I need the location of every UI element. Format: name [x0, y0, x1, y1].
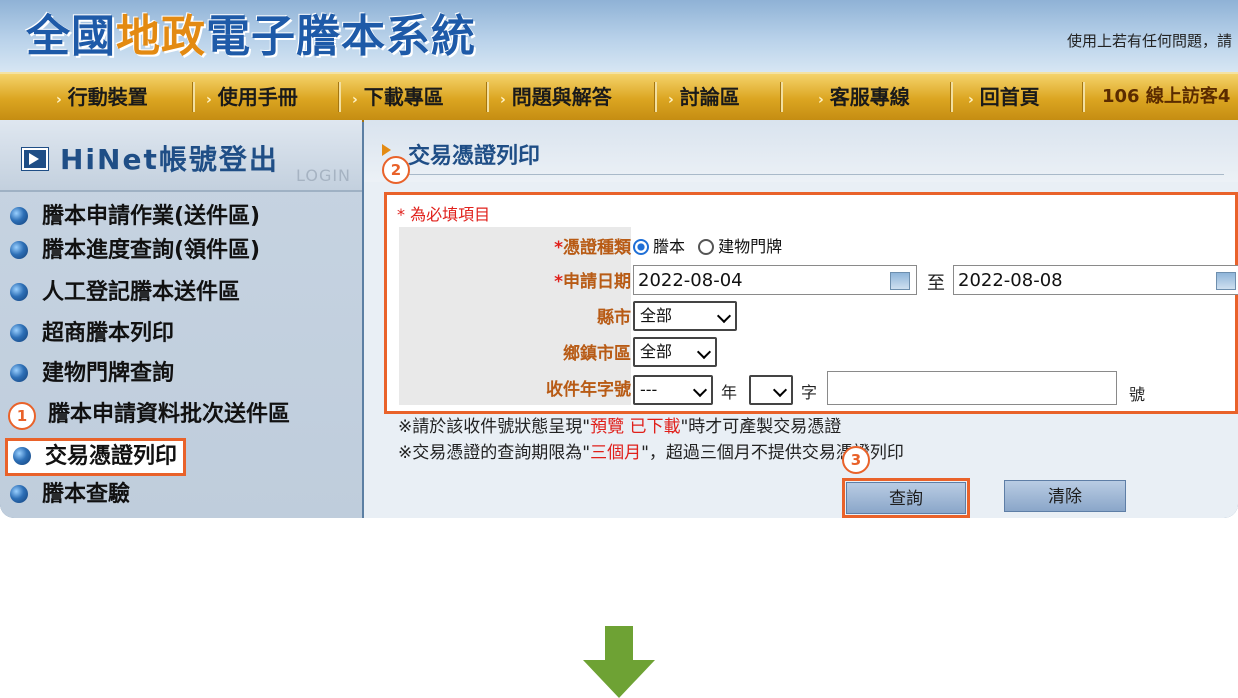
number-suffix: 號	[1129, 385, 1146, 404]
nav-divider	[192, 82, 195, 112]
sidebar-item-verify[interactable]: 謄本查驗	[10, 478, 130, 512]
word-suffix: 字	[801, 383, 818, 402]
site-title: 全國地政電子謄本系統	[26, 11, 476, 62]
logout-label: HiNet帳號登出	[60, 143, 279, 176]
voucher-type-group: 謄本 建物門牌	[633, 233, 782, 257]
top-nav: › 行動裝置 › 使用手冊 › 下載專區 › 問題與解答 › 討論區 › 客服專線 › 回首頁…	[0, 72, 1238, 122]
sidebar-item-door-plate[interactable]: 建物門牌查詢	[10, 357, 174, 391]
label-voucher-type: *憑證種類	[554, 238, 631, 258]
nav-divider	[950, 82, 953, 112]
step-marker-3: 3	[842, 446, 870, 474]
nav-faq[interactable]: › 問題與解答	[500, 74, 612, 120]
bullet-icon	[10, 283, 28, 301]
chevron-down-icon	[692, 382, 708, 398]
label-column: *憑證種類 *申請日期 縣市 鄉鎮市區 收件年字號	[399, 227, 631, 405]
page-title: 交易憑證列印	[408, 144, 541, 169]
sidebar: HiNet帳號登出 LOGIN 謄本申請作業(送件區) 謄本進度查詢(領件區) …	[0, 120, 362, 518]
sidebar-item-manual-register[interactable]: 人工登記謄本送件區	[10, 276, 240, 310]
bullet-icon	[10, 241, 28, 259]
chevron-down-icon	[772, 382, 788, 398]
chevron-right-icon: ›	[818, 92, 824, 108]
chevron-right-icon: ›	[56, 92, 62, 108]
nav-user-manual[interactable]: › 使用手冊	[206, 74, 298, 120]
year-suffix: 年	[721, 383, 738, 402]
calendar-icon[interactable]	[1216, 272, 1236, 290]
title-divider	[384, 174, 1224, 175]
sidebar-item-batch[interactable]: 謄本申請資料批次送件區	[48, 398, 290, 432]
required-note: * 為必填項目	[397, 205, 491, 224]
logout-icon	[22, 148, 48, 170]
nav-service-line[interactable]: › 客服專線	[818, 74, 910, 120]
label-receipt-no: 收件年字號	[546, 380, 631, 400]
bullet-icon	[13, 447, 31, 465]
nav-divider	[654, 82, 657, 112]
year-select[interactable]: ---	[633, 375, 713, 405]
label-township: 鄉鎮市區	[563, 344, 631, 364]
sidebar-item-store-print[interactable]: 超商謄本列印	[10, 317, 174, 351]
online-visitors: 106 線上訪客4	[1102, 86, 1231, 107]
nav-downloads[interactable]: › 下載專區	[352, 74, 444, 120]
nav-home[interactable]: › 回首頁	[968, 74, 1040, 120]
chevron-right-icon: ›	[500, 92, 506, 108]
date-to-input[interactable]: 2022-08-08	[953, 265, 1238, 295]
date-to-label: 至	[927, 273, 945, 294]
nav-mobile-devices[interactable]: › 行動裝置	[56, 74, 148, 120]
chevron-right-icon: ›	[352, 92, 358, 108]
date-from-input[interactable]: 2022-08-04	[633, 265, 917, 295]
main-header: 交易憑證列印	[364, 120, 1238, 182]
chevron-right-icon: ›	[668, 92, 674, 108]
help-note: 使用上若有任何問題，請	[1066, 32, 1232, 50]
nav-divider	[1082, 82, 1085, 112]
login-watermark: LOGIN	[296, 166, 352, 185]
nav-divider	[486, 82, 489, 112]
bullet-icon	[10, 207, 28, 225]
chevron-right-icon: ›	[968, 92, 974, 108]
radio-door-plate[interactable]	[698, 239, 715, 255]
step-marker-2: 2	[382, 156, 410, 184]
sidebar-item-transaction-voucher[interactable]: 交易憑證列印	[5, 438, 187, 476]
nav-divider	[338, 82, 341, 112]
site-header: 全國地政電子謄本系統 使用上若有任何問題，請	[0, 0, 1238, 72]
note-period: ※交易憑證的查詢期限為"三個月"，超過三個月不提供交易憑證列印	[398, 443, 904, 463]
label-county: 縣市	[597, 308, 631, 328]
note-status: ※請於該收件號狀態呈現"預覽 已下載"時才可產製交易憑證	[398, 417, 842, 437]
township-select[interactable]: 全部	[633, 337, 717, 367]
radio-transcript[interactable]	[633, 239, 649, 255]
logout-panel[interactable]: HiNet帳號登出 LOGIN	[0, 120, 362, 192]
nav-forum[interactable]: › 討論區	[668, 74, 740, 120]
step-marker-1: 1	[8, 402, 36, 430]
chevron-down-icon	[696, 344, 712, 360]
chevron-right-icon: ›	[206, 92, 212, 108]
word-select[interactable]	[749, 375, 793, 405]
sidebar-item-progress[interactable]: 謄本進度查詢(領件區)	[10, 234, 260, 268]
down-arrow-icon	[583, 626, 655, 698]
chevron-down-icon	[716, 308, 732, 324]
query-form: * 為必填項目 *憑證種類 *申請日期 縣市 鄉鎮市區 收件年字號 謄本 建物門…	[384, 192, 1238, 414]
query-button[interactable]: 查詢	[842, 478, 970, 518]
screenshot: 全國地政電子謄本系統 使用上若有任何問題，請 › 行動裝置 › 使用手冊 › 下載專區…	[0, 0, 1238, 518]
bullet-icon	[10, 364, 28, 382]
bullet-icon	[10, 324, 28, 342]
calendar-icon[interactable]	[890, 272, 910, 290]
label-apply-date: *申請日期	[554, 272, 631, 292]
title-arrow-icon	[382, 144, 391, 156]
main-panel: 交易憑證列印 * 為必填項目 *憑證種類 *申請日期 縣市 鄉鎮市區 收件年字號…	[364, 120, 1238, 518]
clear-button[interactable]: 清除	[1004, 480, 1126, 512]
nav-divider	[780, 82, 783, 112]
county-select[interactable]: 全部	[633, 301, 737, 331]
receipt-number-input[interactable]	[827, 371, 1117, 405]
bullet-icon	[10, 485, 28, 503]
sidebar-item-apply[interactable]: 謄本申請作業(送件區)	[10, 200, 260, 234]
